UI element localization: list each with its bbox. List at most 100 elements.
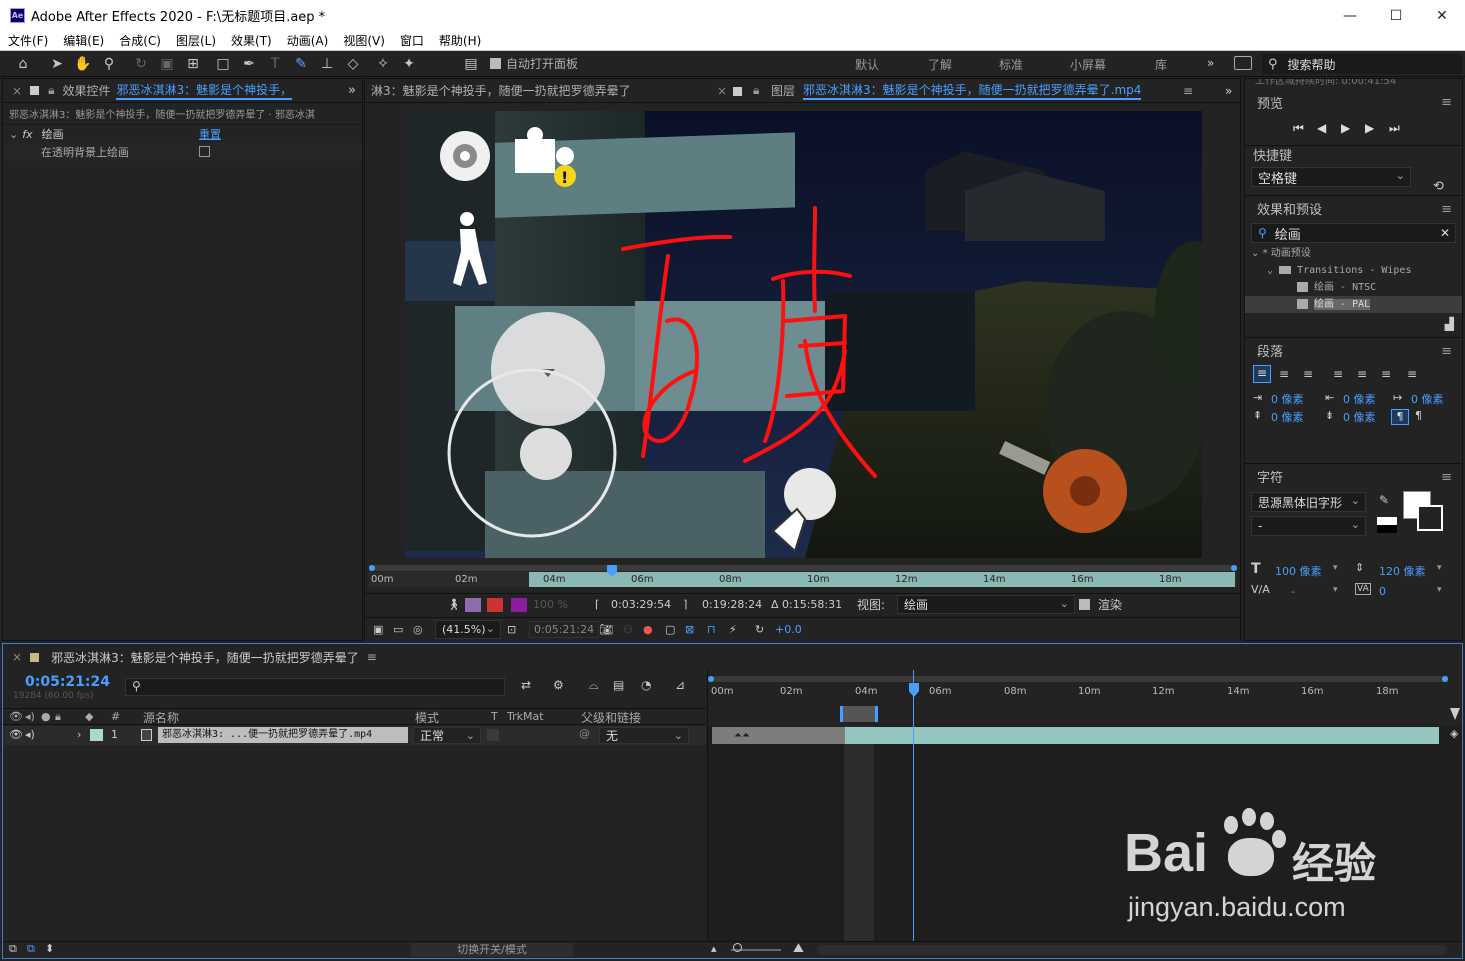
chevron-down-icon[interactable]: ▾ — [1437, 563, 1442, 573]
eraser-tool-icon[interactable]: ◇ — [342, 54, 364, 74]
pen-tool-icon[interactable]: ✒ — [238, 54, 260, 74]
shortcut-dropdown[interactable]: 空格键 ⌄ — [1251, 167, 1411, 187]
effect-controls-tab[interactable]: × 🔒︎ 效果控件 邪恶冰淇淋3：魅影是个神投手， » — [3, 79, 362, 103]
effect-controls-layer-link[interactable]: 邪恶冰淇淋3：魅影是个神投手， — [116, 81, 293, 100]
show-snapshot-icon[interactable]: ⚇ — [623, 623, 633, 636]
timeline-track-area[interactable]: ⏶⏶ ◈ — [707, 670, 1462, 941]
preview-menu-icon[interactable]: ≡ — [1441, 95, 1452, 110]
preserve-transparency-checkbox[interactable] — [487, 729, 499, 741]
new-preset-icon[interactable]: ▟ — [1445, 317, 1454, 331]
zoom-dropdown[interactable]: (41.5%) ⌄ — [435, 620, 501, 639]
close-button[interactable]: ✕ — [1419, 0, 1465, 31]
maximize-button[interactable]: ☐ — [1373, 0, 1419, 31]
chevron-down-icon[interactable]: ▾ — [1333, 585, 1338, 595]
sync-settings-icon[interactable] — [1234, 56, 1252, 70]
paint-on-transparent-checkbox[interactable] — [199, 146, 210, 157]
layer-time-ruler[interactable]: 00m 02m 04m 06m 08m 10m 12m 14m 16m 18m — [369, 563, 1237, 587]
transfer-controls-icon[interactable]: ⧉ — [27, 942, 35, 956]
timeline-ruler-area[interactable]: 00m 02m 04m 06m 08m 10m 12m 14m 16m 18m — [707, 670, 1462, 725]
snapshot-icon[interactable]: 📷︎ — [599, 623, 613, 636]
channel-icon[interactable]: ● — [643, 623, 653, 636]
tree-item-paint-ntsc[interactable]: 绘画 - NTSC — [1245, 279, 1462, 296]
chevron-down-icon[interactable]: ▾ — [1437, 585, 1442, 595]
font-family-dropdown[interactable]: 思源黑体旧字形 ⌄ — [1251, 492, 1366, 512]
reset-link[interactable]: 重置 — [199, 126, 221, 142]
visibility-toggle-icon[interactable]: 👁︎ — [9, 728, 23, 741]
home-icon[interactable]: ⌂ — [12, 54, 34, 74]
justify-left-icon[interactable]: ≡ — [1333, 367, 1343, 381]
space-before-value[interactable]: 0 像素 — [1271, 409, 1304, 425]
layer-bar-trimmed[interactable] — [712, 727, 846, 744]
safe-area-icon[interactable]: ⊡ — [507, 623, 516, 636]
rectangle-tool-icon[interactable]: □ — [212, 54, 234, 74]
menu-effect[interactable]: 效果(T) — [223, 32, 279, 49]
effects-search-field[interactable]: ⚲ 绘画 ✕ — [1251, 223, 1456, 243]
workspace-default[interactable]: 默认 — [855, 56, 879, 73]
white-swatch-icon[interactable] — [1377, 517, 1397, 525]
layer-tab-name[interactable]: 邪恶冰淇淋3：魅影是个神投手，随便一扔就把罗德弄晕了.mp4 — [803, 81, 1142, 100]
puppet-tool-icon[interactable]: ✦ — [398, 54, 420, 74]
type-tool-icon[interactable]: T — [264, 54, 286, 74]
menu-composition[interactable]: 合成(C) — [111, 32, 168, 49]
timeline-timecode[interactable]: 0:05:21:24 — [25, 674, 110, 690]
tree-item-paint-pal[interactable]: 绘画 - PAL — [1245, 296, 1462, 313]
always-preview-icon[interactable]: ▣ — [373, 623, 383, 636]
indent-left-value[interactable]: 0 像素 — [1271, 391, 1304, 407]
expand-arrow-icon[interactable]: › — [77, 728, 81, 741]
timeline-tab[interactable]: × 邪恶冰淇淋3：魅影是个神投手，随便一扔就把罗德弄晕了 ≡ — [3, 644, 1462, 670]
layer-duration-bar[interactable] — [845, 727, 1439, 744]
work-area-start-handle[interactable] — [708, 676, 714, 682]
menu-file[interactable]: 文件(F) — [0, 32, 55, 49]
out-time[interactable]: 0:19:28:24 — [702, 598, 762, 611]
menu-view[interactable]: 视图(V) — [335, 32, 392, 49]
character-menu-icon[interactable]: ≡ — [1441, 470, 1452, 485]
layer-row[interactable]: 👁︎ ◂) › 1 邪恶冰淇淋3: ...便一扔就把罗德弄晕了.mp4 正常 ⌄ … — [3, 726, 706, 745]
opacity-value[interactable]: 100 % — [533, 598, 568, 611]
effects-presets-menu-icon[interactable]: ≡ — [1441, 202, 1452, 217]
menu-window[interactable]: 窗口 — [392, 32, 431, 49]
in-point-icon[interactable]: ⌈ — [595, 598, 599, 611]
search-help-input[interactable]: 搜索帮助 — [1288, 56, 1336, 73]
panel-overflow-icon[interactable]: » — [348, 83, 356, 98]
rtl-direction-icon[interactable]: ¶ — [1415, 409, 1422, 422]
paragraph-menu-icon[interactable]: ≡ — [1441, 344, 1452, 359]
workspace-more-icon[interactable]: » — [1207, 56, 1214, 70]
transparency-grid-icon[interactable]: ⊠ — [685, 623, 694, 636]
eyedropper-icon[interactable]: ✎ — [1379, 493, 1389, 507]
work-area-start-handle[interactable] — [369, 565, 375, 571]
prev-frame-icon[interactable]: ◀ — [1317, 121, 1326, 135]
frame-blending-icon[interactable]: ▤ — [613, 678, 624, 692]
workspace-library[interactable]: 库 — [1155, 56, 1167, 73]
time-navigator[interactable] — [840, 706, 878, 722]
workspace-learn[interactable]: 了解 — [928, 56, 952, 73]
camera-tool-icon[interactable]: ▣ — [156, 54, 178, 74]
last-frame-icon[interactable]: ⏭ — [1389, 121, 1400, 136]
tree-item-presets[interactable]: ⌄ * 动画预设 — [1245, 245, 1462, 262]
clear-search-icon[interactable]: ✕ — [1440, 226, 1450, 240]
reset-exposure-icon[interactable]: ↻ — [755, 623, 764, 636]
monitor-icon[interactable]: ▭ — [393, 623, 403, 636]
exposure-value[interactable]: +0.0 — [775, 623, 802, 636]
stroke-color-swatch[interactable] — [1417, 505, 1443, 531]
font-size-value[interactable]: 100 像素 — [1275, 563, 1322, 579]
layer-panel-menu-icon[interactable]: ≡ — [1183, 84, 1193, 98]
tracking-value[interactable]: 0 — [1379, 585, 1386, 598]
menu-edit[interactable]: 编辑(E) — [55, 32, 111, 49]
zoom-tool-icon[interactable]: ⚲ — [98, 54, 120, 74]
audio-toggle-icon[interactable]: ◂) — [25, 728, 35, 741]
blend-mode-dropdown[interactable]: 正常 ⌄ — [413, 727, 481, 744]
menu-layer[interactable]: 图层(L) — [168, 32, 223, 49]
fx-icon[interactable]: fx — [22, 128, 32, 141]
zoom-in-icon[interactable]: ⛰ — [793, 941, 804, 956]
onion-skin-icon[interactable] — [465, 597, 481, 612]
menu-help[interactable]: 帮助(H) — [431, 32, 488, 49]
layer-label-color[interactable] — [90, 729, 103, 741]
work-area-end-handle[interactable] — [1442, 676, 1448, 682]
comp-mini-flowchart-icon[interactable]: ⇄ — [521, 678, 531, 692]
minimize-button[interactable]: — — [1327, 0, 1373, 31]
pickwhip-icon[interactable]: @ — [579, 727, 590, 740]
menu-animation[interactable]: 动画(A) — [279, 32, 336, 49]
reset-shortcut-icon[interactable]: ⟲ — [1433, 179, 1444, 194]
justify-all-icon[interactable]: ≡ — [1407, 367, 1417, 381]
motion-blur-icon[interactable]: ◔ — [641, 678, 651, 692]
